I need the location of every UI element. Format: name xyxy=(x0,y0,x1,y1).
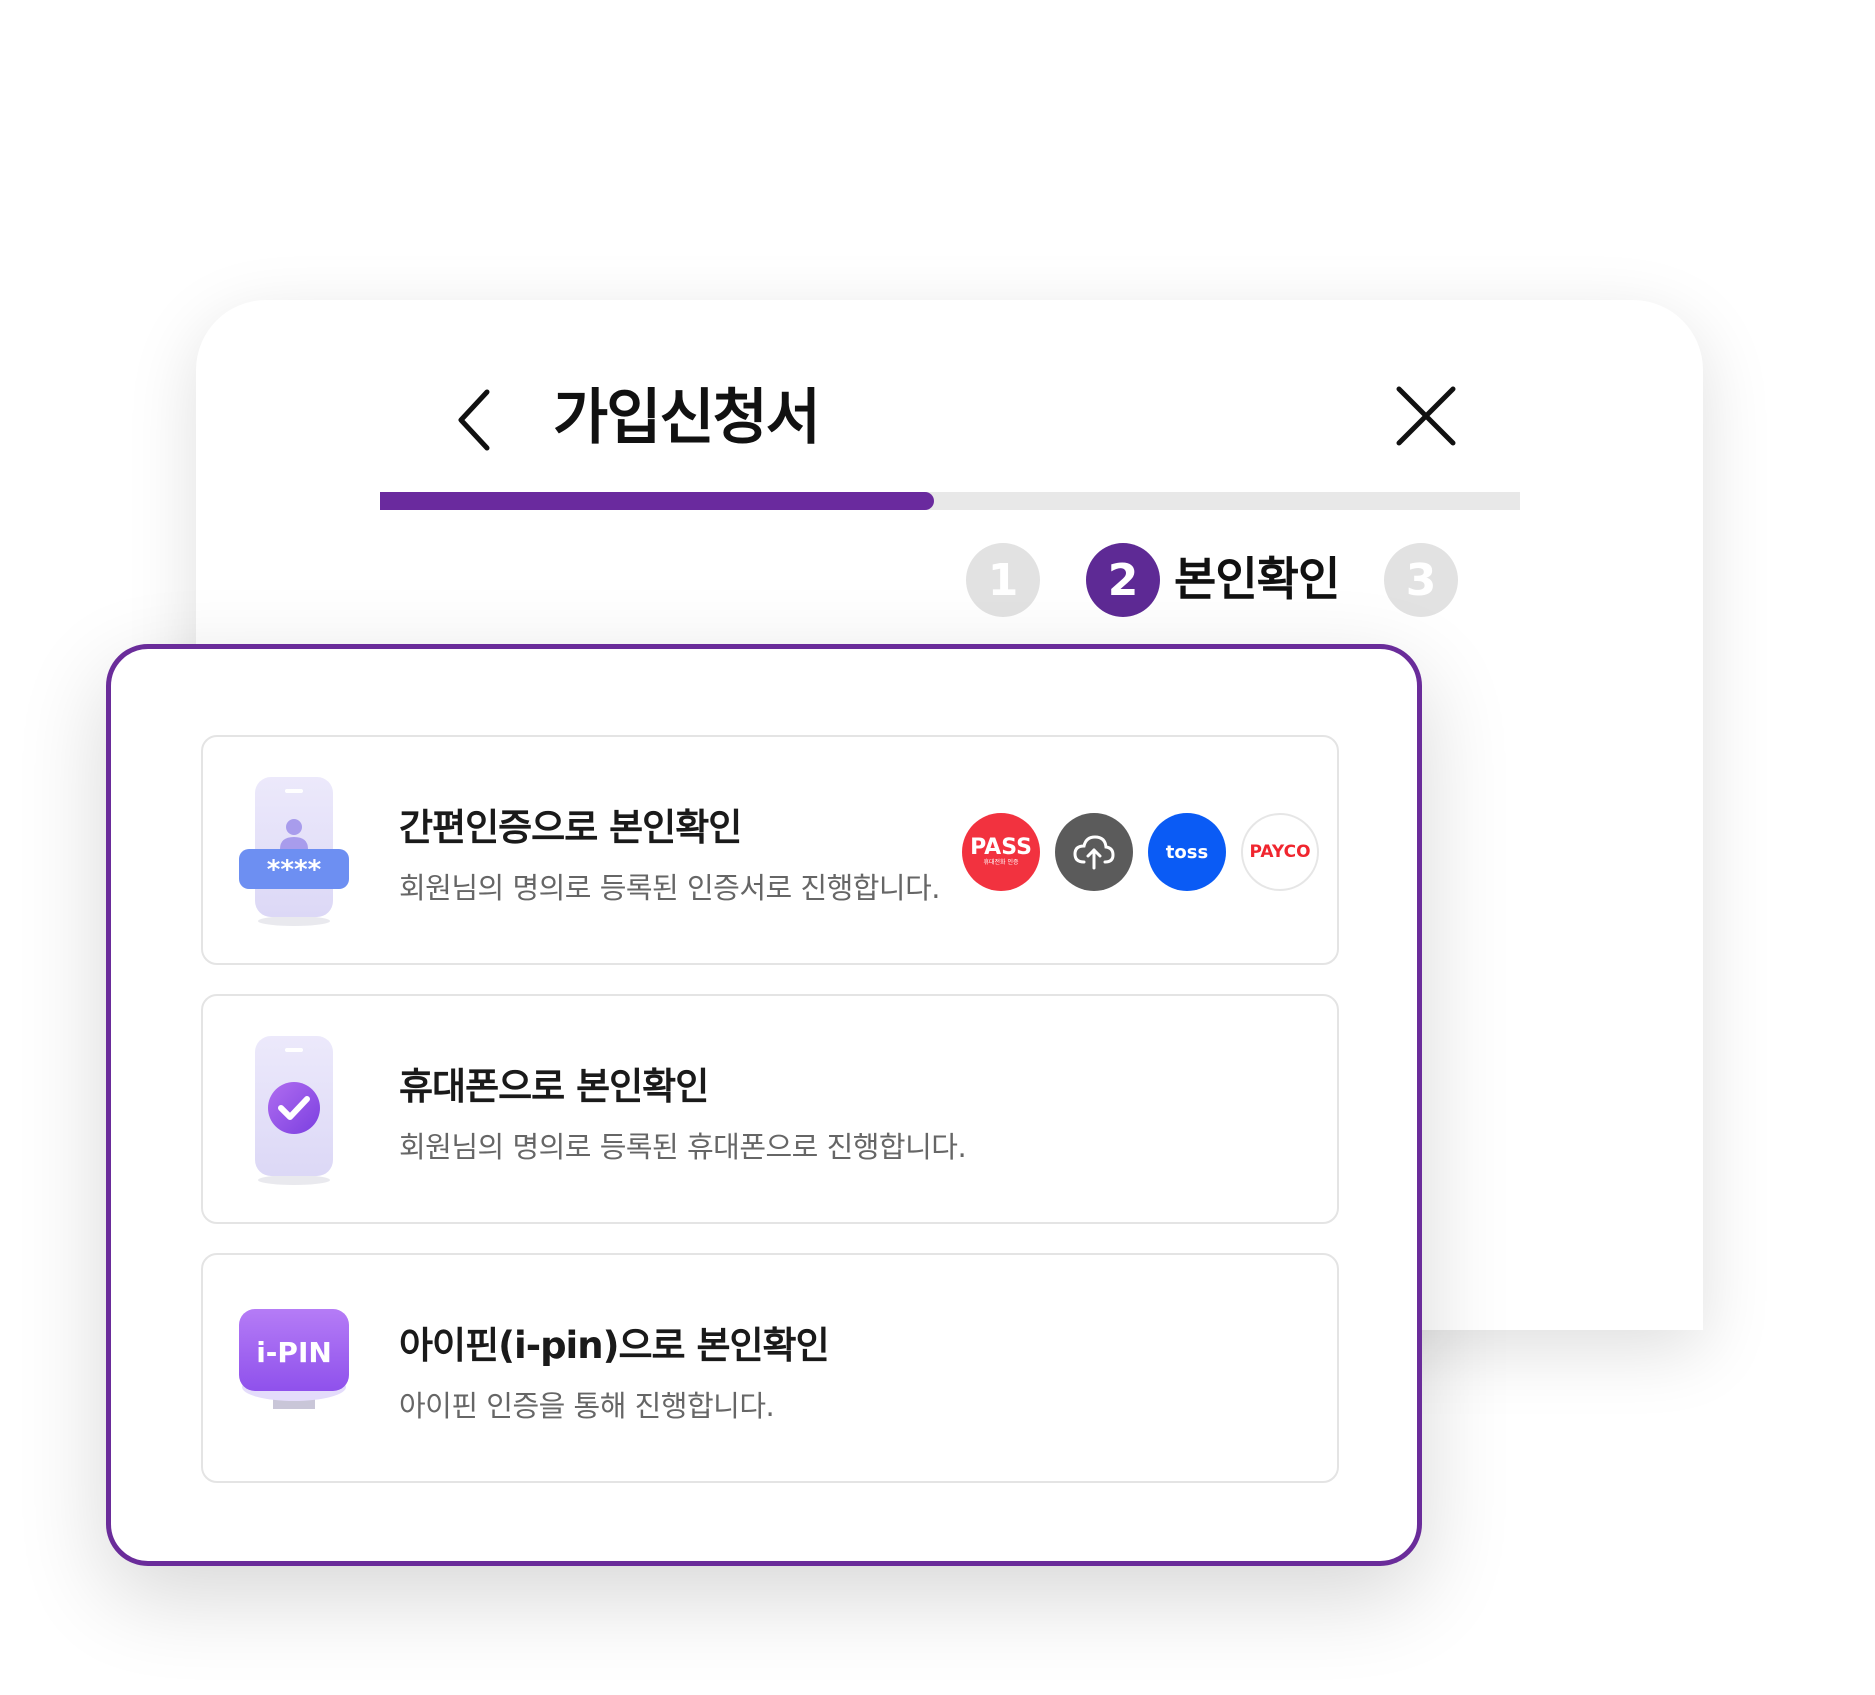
step-1-indicator: 1 xyxy=(966,543,1040,617)
step-2-indicator: 2 xyxy=(1086,543,1160,617)
progress-fill xyxy=(380,492,935,510)
svg-text:i-PIN: i-PIN xyxy=(256,1336,332,1369)
close-icon xyxy=(1396,386,1456,446)
option-title: 아이핀(i-pin)으로 본인확인 xyxy=(399,1324,830,1367)
page-title: 가입신청서 xyxy=(553,383,821,453)
ipin-monitor-icon: i-PIN xyxy=(239,1309,349,1409)
close-button[interactable] xyxy=(1395,385,1457,447)
back-button[interactable] xyxy=(455,388,495,452)
ipin-auth-option[interactable]: i-PIN 아이핀(i-pin)으로 본인확인 아이핀 인증을 통해 진행합니다… xyxy=(201,1253,1339,1483)
option-title: 간편인증으로 본인확인 xyxy=(399,806,742,849)
phone-check-icon xyxy=(255,1036,333,1185)
option-description: 회원님의 명의로 등록된 인증서로 진행합니다. xyxy=(399,871,941,905)
step-3-indicator: 3 xyxy=(1384,543,1458,617)
svg-text:****: **** xyxy=(267,855,322,885)
toss-logo[interactable]: toss xyxy=(1148,813,1226,891)
option-description: 회원님의 명의로 등록된 휴대폰으로 진행합니다. xyxy=(399,1130,967,1164)
step-2-label: 본인확인 xyxy=(1174,552,1340,606)
chevron-left-icon xyxy=(458,389,490,451)
cloud-certificate-icon[interactable] xyxy=(1055,813,1133,891)
simple-auth-option[interactable]: **** 간편인증으로 본인확인 회원님의 명의로 등록된 인증서로 진행합니다… xyxy=(201,735,1339,965)
verification-methods-panel: **** 간편인증으로 본인확인 회원님의 명의로 등록된 인증서로 진행합니다… xyxy=(106,644,1422,1566)
pass-logo[interactable]: PASS 휴대전화 인증 xyxy=(962,813,1040,891)
option-title: 휴대폰으로 본인확인 xyxy=(399,1065,709,1108)
payco-logo[interactable]: PAYCO xyxy=(1241,813,1319,891)
option-description: 아이핀 인증을 통해 진행합니다. xyxy=(399,1389,775,1423)
phone-password-icon: **** xyxy=(239,777,349,926)
phone-auth-option[interactable]: 휴대폰으로 본인확인 회원님의 명의로 등록된 휴대폰으로 진행합니다. xyxy=(201,994,1339,1224)
progress-bar xyxy=(380,492,1520,510)
